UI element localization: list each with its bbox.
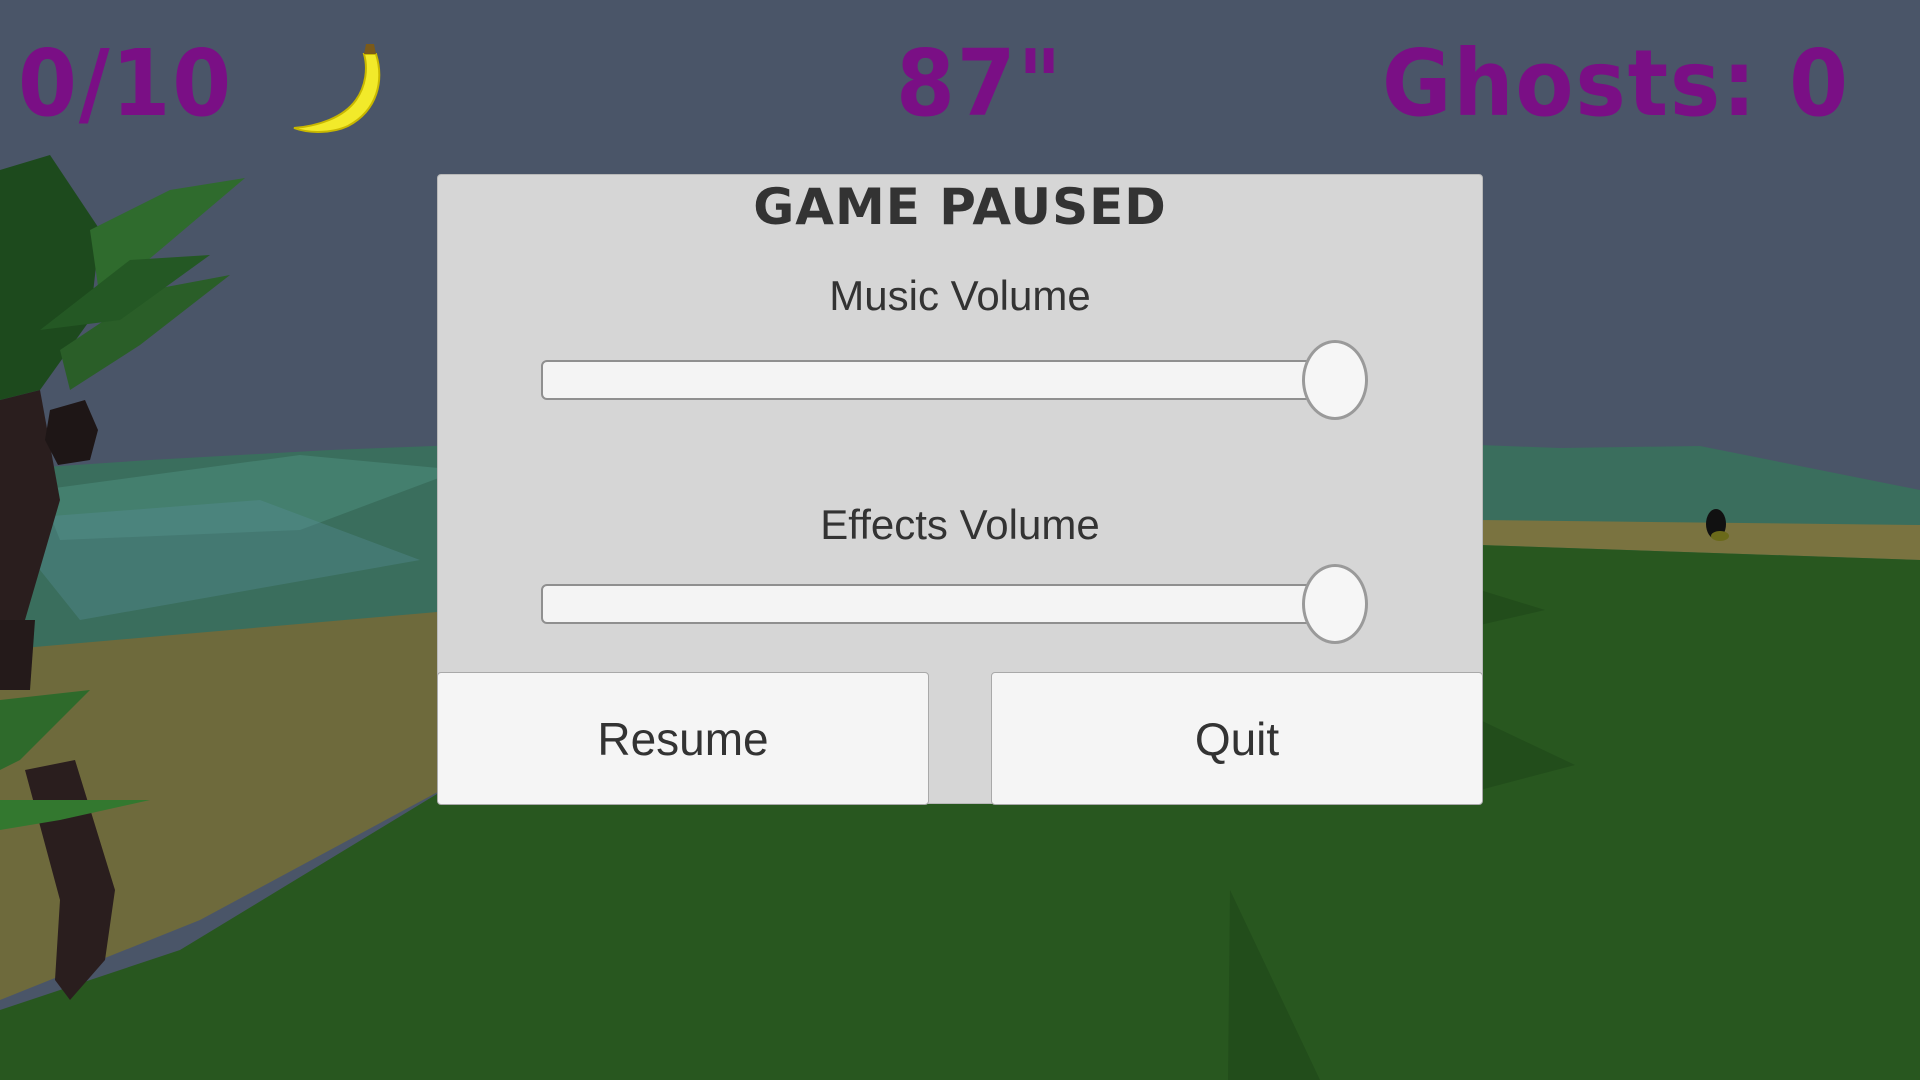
ghost-counter: Ghosts: 0 xyxy=(1382,30,1850,137)
music-volume-handle[interactable] xyxy=(1302,340,1368,420)
music-volume-label: Music Volume xyxy=(829,272,1091,319)
effects-volume-fill xyxy=(543,586,1335,622)
resume-button[interactable]: Resume xyxy=(437,672,929,805)
pause-title: GAME PAUSED xyxy=(753,178,1167,236)
timer-display: 87" xyxy=(896,30,1064,137)
palm-trunk-mid xyxy=(0,620,35,690)
quit-button[interactable]: Quit xyxy=(991,672,1483,805)
banana-counter: 0/10 xyxy=(18,30,233,137)
effects-volume-label: Effects Volume xyxy=(820,501,1100,548)
music-volume-slider[interactable] xyxy=(541,340,1368,420)
banana-icon xyxy=(293,44,381,133)
music-volume-fill xyxy=(543,362,1335,398)
effects-volume-slider[interactable] xyxy=(541,564,1368,644)
distant-monkey-base xyxy=(1711,531,1729,541)
effects-volume-handle[interactable] xyxy=(1302,564,1368,644)
pause-menu: GAME PAUSED Music Volume Effects Volume … xyxy=(437,174,1483,805)
